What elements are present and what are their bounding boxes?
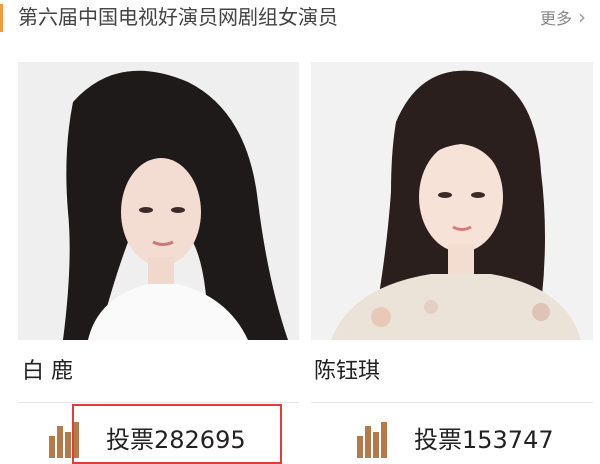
divider-2	[311, 402, 593, 403]
vote-button-2[interactable]: 投票153747	[356, 418, 596, 464]
candidate-photo-2[interactable]	[311, 62, 593, 340]
candidate-name-1: 白 鹿	[22, 359, 73, 384]
section-title: 第六届中国电视好演员网剧组女演员	[18, 5, 338, 29]
chevron-right-icon: ›	[578, 5, 586, 29]
more-label: 更多	[539, 9, 572, 28]
candidate-name-2: 陈钰琪	[314, 359, 381, 384]
candidate-photo-1[interactable]	[18, 62, 299, 340]
portrait-image-1	[18, 62, 299, 340]
bar-chart-icon	[357, 422, 387, 458]
section-header: 第六届中国电视好演员网剧组女演员 更多 ›	[0, 0, 600, 40]
highlight-box	[72, 404, 282, 464]
vote-count-2: 投票153747	[414, 426, 554, 454]
portrait-image-2	[311, 62, 593, 340]
title-accent-bar	[0, 4, 3, 32]
more-link[interactable]: 更多 ›	[540, 5, 586, 31]
divider-1	[18, 402, 299, 403]
